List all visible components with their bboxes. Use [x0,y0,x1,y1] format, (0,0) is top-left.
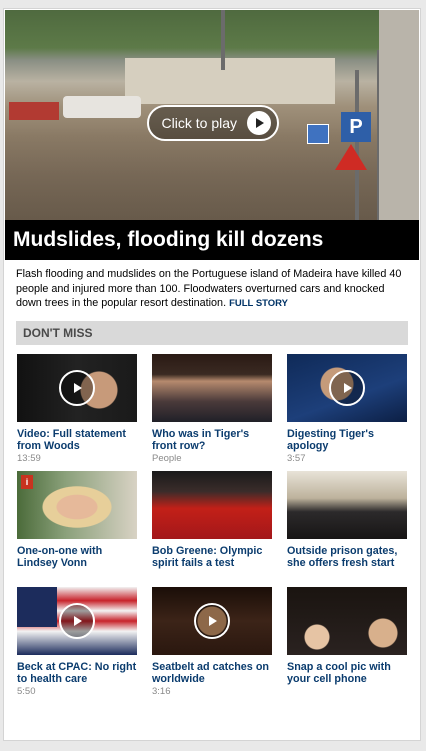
item-thumbnail[interactable] [287,354,407,422]
item-thumbnail[interactable] [152,587,272,655]
dont-miss-header: DON'T MISS [16,321,408,345]
red-car [9,102,59,120]
item-caption[interactable]: Beck at CPAC: No right to health care [17,661,137,686]
item-meta: 13:59 [17,452,41,464]
item-thumbnail[interactable] [152,471,272,539]
dont-miss-item[interactable]: i One-on-one with Lindsey Vonn [17,471,137,570]
item-meta: 5:50 [17,685,36,697]
item-caption[interactable]: Bob Greene: Olympic spirit fails a test [152,545,272,570]
item-thumbnail[interactable] [17,354,137,422]
item-caption[interactable]: Outside prison gates, she offers fresh s… [287,545,407,570]
dont-miss-item[interactable]: Who was in Tiger's front row? People [152,354,272,465]
background-wall [125,58,335,104]
item-meta: People [152,452,182,464]
dont-miss-item[interactable]: Seatbelt ad catches on worldwide 3:16 [152,587,272,698]
summary-text: Flash flooding and mudslides on the Port… [16,268,402,309]
item-meta: 3:16 [152,685,171,697]
item-thumbnail[interactable]: i [17,471,137,539]
dont-miss-item[interactable]: Snap a cool pic with your cell phone [287,587,407,686]
item-thumbnail[interactable] [287,471,407,539]
parking-sign-icon: P [341,112,371,142]
item-caption[interactable]: One-on-one with Lindsey Vonn [17,545,137,570]
story-summary: Flash flooding and mudslides on the Port… [16,267,408,312]
dont-miss-title: DON'T MISS [23,326,93,340]
item-thumbnail[interactable] [287,587,407,655]
pedestrian-sign-icon [307,124,329,144]
info-badge-icon: i [21,475,33,489]
play-icon [194,603,230,639]
story-headline[interactable]: Mudslides, flooding kill dozens [13,220,419,260]
click-to-play-button[interactable]: Click to play [147,105,279,141]
click-to-play-label: Click to play [161,115,237,131]
warning-sign-icon [335,144,367,170]
item-thumbnail[interactable] [17,587,137,655]
dont-miss-item[interactable]: Video: Full statement from Woods 13:59 [17,354,137,465]
item-caption[interactable]: Snap a cool pic with your cell phone [287,661,407,686]
play-icon [329,370,365,406]
item-caption[interactable]: Who was in Tiger's front row? [152,428,272,453]
dont-miss-item[interactable]: Outside prison gates, she offers fresh s… [287,471,407,570]
building [379,10,419,220]
play-icon [59,370,95,406]
white-truck [63,96,141,118]
play-icon [247,111,271,135]
dont-miss-item[interactable]: Beck at CPAC: No right to health care 5:… [17,587,137,698]
full-story-link[interactable]: FULL STORY [229,298,288,309]
item-caption[interactable]: Video: Full statement from Woods [17,428,137,453]
item-thumbnail[interactable] [152,354,272,422]
item-caption[interactable]: Seatbelt ad catches on worldwide [152,661,272,686]
item-caption[interactable]: Digesting Tiger's apology [287,428,407,453]
flag-stars [17,587,57,627]
dont-miss-item[interactable]: Digesting Tiger's apology 3:57 [287,354,407,465]
hero-video[interactable]: P Click to play [5,10,419,220]
news-card: P Click to play Mudslides, flooding kill… [3,8,421,741]
headline-bar: Mudslides, flooding kill dozens [5,220,419,260]
dont-miss-item[interactable]: Bob Greene: Olympic spirit fails a test [152,471,272,570]
play-icon [59,603,95,639]
street-pole [221,10,225,70]
item-meta: 3:57 [287,452,306,464]
